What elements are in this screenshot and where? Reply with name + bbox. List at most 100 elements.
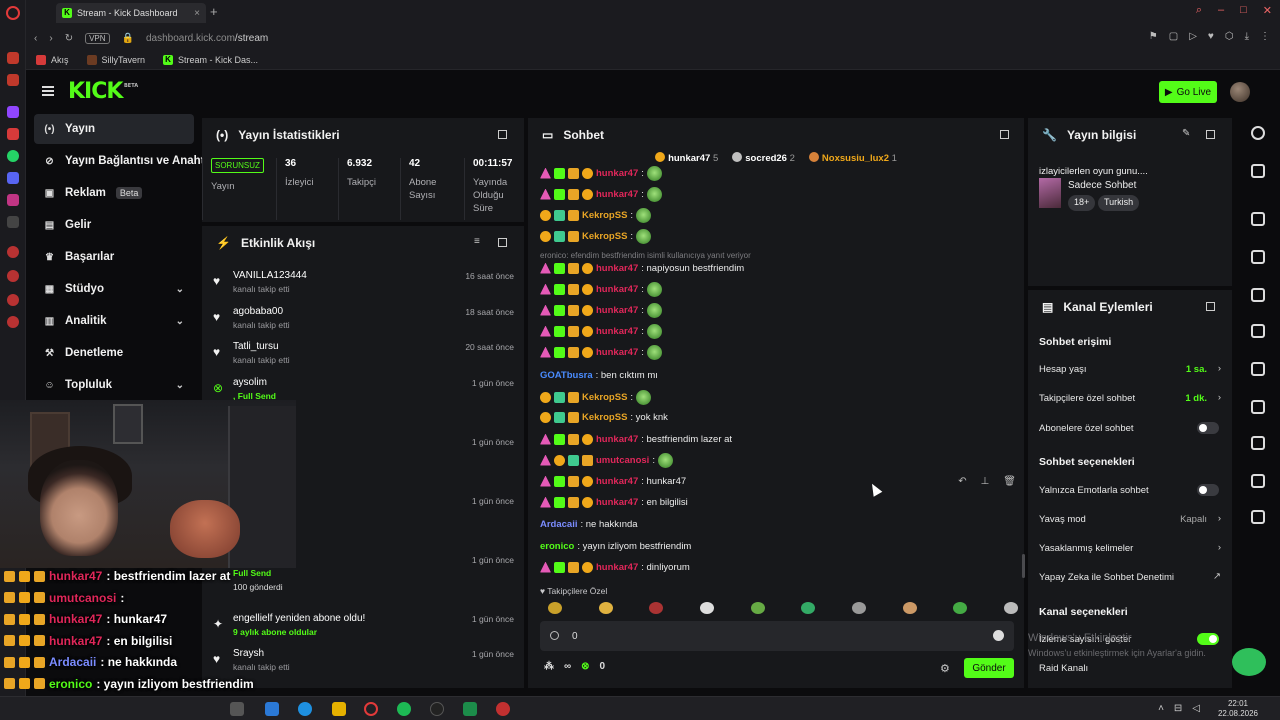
chat-message[interactable]: hunkar47: hunkar47 [540, 472, 686, 490]
gifter[interactable]: hunkar47 5 [655, 152, 718, 170]
chat-message[interactable]: KekropSS: [540, 388, 652, 406]
lightning-icon[interactable] [1251, 250, 1265, 264]
chat-username[interactable]: hunkar47 [596, 497, 638, 508]
chat-username[interactable]: eronico [540, 541, 574, 552]
emote-icon[interactable] [598, 602, 613, 614]
emote-icon[interactable] [851, 602, 866, 614]
chat-username[interactable]: hunkar47 [596, 189, 638, 200]
chat-scrollbar[interactable] [1022, 554, 1025, 578]
chat-message[interactable]: hunkar47: napiyosun bestfriendim [540, 259, 744, 277]
file-explorer-icon[interactable] [332, 702, 346, 716]
actions-icon[interactable] [1251, 400, 1265, 414]
sidebar-item-analitik[interactable]: ▥ Analitik ⌄ [34, 306, 194, 336]
emote-icon[interactable] [801, 602, 816, 614]
app-icon[interactable] [463, 702, 477, 716]
bookmark-kick[interactable]: K Stream - Kick Das... [163, 54, 258, 65]
sidebar-item-reklam[interactable]: ▣ Reklam Beta [34, 178, 194, 208]
chat-message[interactable]: KekropSS: yok knk [540, 408, 668, 426]
share-icon[interactable]: ⁂ [544, 661, 554, 672]
chat-username[interactable]: hunkar47 [596, 168, 638, 179]
popout-icon[interactable] [1000, 130, 1009, 139]
chat-message[interactable]: Ardacaii: ne hakkında [540, 515, 638, 533]
sidebar-app-icon[interactable] [7, 294, 19, 306]
chat-message[interactable]: hunkar47: en bilgilisi [540, 493, 688, 511]
chat-message[interactable]: umutcanosi: [540, 451, 673, 469]
tab-kick-dashboard[interactable]: K Stream - Kick Dashboard × [56, 3, 206, 23]
search-icon[interactable]: ⌕ [1196, 4, 1202, 17]
broadcast-icon[interactable] [1251, 362, 1265, 376]
twitch-icon[interactable] [7, 106, 19, 118]
chat-username[interactable]: KekropSS [582, 392, 627, 403]
reply-icon[interactable]: ↶ [958, 476, 966, 487]
heart-icon[interactable]: ♥ [1208, 31, 1214, 42]
toggle-subs-chat[interactable] [1197, 422, 1219, 434]
chat-message[interactable]: KekropSS: [540, 206, 652, 224]
option-banned-words[interactable]: Yasaklanmış kelimeler › [1039, 542, 1221, 554]
bookmark-akis[interactable]: Akış [36, 54, 69, 65]
chat-username[interactable]: umutcanosi [596, 455, 649, 466]
chat-message[interactable]: hunkar47: [540, 322, 662, 340]
avatar[interactable] [1230, 82, 1250, 102]
spotify-icon[interactable] [397, 702, 411, 716]
discord-icon[interactable] [7, 172, 19, 184]
send-button[interactable]: Gönder [964, 658, 1014, 678]
hamburger-menu-icon[interactable] [42, 86, 54, 96]
app-icon[interactable] [496, 702, 510, 716]
go-live-button[interactable]: ▶ Go Live [1159, 81, 1217, 103]
chat-username[interactable]: hunkar47 [596, 284, 638, 295]
toggle-emote-only[interactable] [1197, 484, 1219, 496]
chat-username[interactable]: hunkar47 [596, 434, 638, 445]
emote-icon[interactable] [548, 602, 562, 614]
reload-icon[interactable]: ↻ [65, 33, 73, 44]
emote-icon[interactable] [699, 602, 714, 614]
gifter[interactable]: Noxsusiu_lux2 1 [808, 152, 897, 170]
menu-icon[interactable]: ⋮ [1260, 31, 1270, 42]
chat-message[interactable]: eronico: yayın izliyom bestfriendim [540, 537, 691, 555]
option-emote-only[interactable]: Yalnızca Emotlarla sohbet [1039, 484, 1221, 496]
chat-username[interactable]: KekropSS [582, 412, 627, 423]
edge-icon[interactable] [298, 702, 312, 716]
list-icon[interactable] [1251, 288, 1265, 302]
chat-message[interactable]: hunkar47: [540, 343, 662, 361]
opera-logo-icon[interactable] [6, 6, 20, 20]
chat-message[interactable]: KekropSS: [540, 227, 652, 245]
toggle-viewer-count[interactable] [1197, 633, 1219, 645]
info-icon[interactable] [1251, 126, 1265, 140]
vpn-badge[interactable]: VPN [85, 32, 110, 44]
app-icon[interactable] [265, 702, 279, 716]
chat-message[interactable]: hunkar47: bestfriendim lazer at [540, 430, 732, 448]
x-icon[interactable] [7, 216, 19, 228]
settings-icon[interactable] [7, 316, 19, 328]
sidebar-app-icon[interactable] [7, 246, 19, 258]
sidebar-item-gelir[interactable]: ▤ Gelir [34, 210, 194, 240]
delete-icon[interactable]: 🗑 [1003, 476, 1016, 487]
chat-username[interactable]: hunkar47 [596, 263, 638, 274]
obs-icon[interactable] [430, 702, 444, 716]
back-icon[interactable]: ‹ [34, 33, 37, 44]
new-tab-button[interactable]: + [210, 4, 218, 19]
instagram-icon[interactable] [7, 194, 19, 206]
chat-username[interactable]: KekropSS [582, 210, 627, 221]
chat-username[interactable]: hunkar47 [596, 476, 638, 487]
help-chat-icon[interactable] [1232, 648, 1266, 676]
kick-logo[interactable]: KICK BETA [68, 79, 138, 104]
chat-message[interactable]: hunkar47: [540, 185, 662, 203]
sidebar-item-denetleme[interactable]: ⚒ Denetleme [34, 338, 194, 368]
emote-icon[interactable] [902, 602, 917, 614]
clock[interactable]: 22:01 22.08.2026 [1218, 699, 1258, 719]
chat-icon[interactable] [1251, 324, 1265, 338]
download-icon[interactable]: ⤓ [1245, 31, 1249, 42]
popout-icon[interactable] [1206, 302, 1215, 311]
history-icon[interactable] [7, 270, 19, 282]
emoji-icon[interactable] [993, 630, 1004, 641]
sidebar-item-stream-key[interactable]: ⊘ Yayın Bağlantısı ve Anahtarı [34, 146, 208, 176]
sidebar-app-icon[interactable] [7, 52, 19, 64]
filter-icon[interactable]: ≡ [474, 236, 480, 247]
chat-message[interactable]: hunkar47: dinliyorum [540, 558, 690, 576]
bookmark-sillytavern[interactable]: SillyTavern [86, 54, 145, 65]
gear-icon[interactable]: ⚙ [940, 662, 950, 675]
points-icon[interactable] [550, 631, 559, 640]
share-icon[interactable] [1251, 474, 1265, 488]
popout-icon[interactable] [498, 130, 507, 139]
tab-close-icon[interactable]: × [194, 8, 200, 19]
